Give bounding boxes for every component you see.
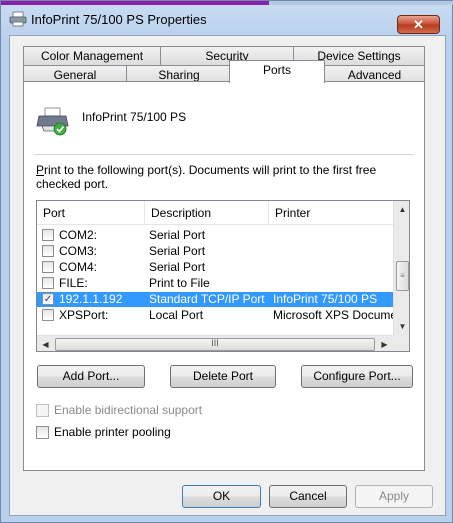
vertical-scroll-thumb[interactable]: ≡ <box>396 261 409 291</box>
window-title: InfoPrint 75/100 PS Properties <box>31 12 207 27</box>
port-row-com4[interactable]: COM4: Serial Port <box>37 260 393 275</box>
port-row-com3[interactable]: COM3: Serial Port <box>37 244 393 259</box>
horizontal-scroll-thumb[interactable]: III <box>55 338 375 351</box>
column-port[interactable]: Port <box>37 201 145 225</box>
add-port-button[interactable]: Add Port... <box>37 365 145 388</box>
port-checkbox[interactable] <box>42 245 54 257</box>
port-description: Standard TCP/IP Port <box>149 292 265 306</box>
port-description: Serial Port <box>149 244 206 258</box>
ports-list[interactable]: Port Description Printer COM2: Serial Po… <box>36 200 410 352</box>
port-description: Local Port <box>149 308 204 322</box>
scroll-corner <box>393 335 409 351</box>
vertical-scrollbar[interactable]: ▲ ≡ ▼ <box>393 201 409 335</box>
cancel-button[interactable]: Cancel <box>269 485 347 508</box>
tab-color-management[interactable]: Color Management <box>23 46 161 66</box>
port-printer: Microsoft XPS Documen <box>273 308 393 322</box>
column-printer[interactable]: Printer <box>269 201 393 225</box>
port-row-xps[interactable]: XPSPort: Local Port Microsoft XPS Docume… <box>37 308 393 323</box>
horizontal-scrollbar[interactable]: ◀ III ▶ <box>37 335 393 351</box>
instruction-text: rint to the following port(s). Documents… <box>36 163 377 191</box>
port-description: Serial Port <box>149 260 206 274</box>
bidirectional-label: Enable bidirectional support <box>54 403 203 417</box>
port-row-com2[interactable]: COM2: Serial Port <box>37 228 393 243</box>
title-bar[interactable]: InfoPrint 75/100 PS Properties ✕ <box>1 5 452 34</box>
port-row-tcpip[interactable]: ✓ 192.1.1.192 Standard TCP/IP Port InfoP… <box>37 292 393 307</box>
port-name: 192.1.1.192 <box>59 292 123 306</box>
port-checkbox-checked[interactable]: ✓ <box>42 293 54 305</box>
port-name: COM3: <box>59 244 98 258</box>
port-printer: InfoPrint 75/100 PS <box>273 292 378 306</box>
port-name: FILE: <box>59 276 88 290</box>
port-description: Serial Port <box>149 228 206 242</box>
port-name: COM4: <box>59 260 98 274</box>
printer-status-icon <box>36 107 69 136</box>
bidirectional-checkbox[interactable] <box>36 404 49 417</box>
instruction-accelerator: P <box>36 163 45 177</box>
port-checkbox[interactable] <box>42 229 54 241</box>
properties-dialog: InfoPrint 75/100 PS Properties ✕ Color M… <box>0 0 453 523</box>
printer-icon <box>9 11 27 27</box>
ok-button[interactable]: OK <box>182 485 261 508</box>
ports-tab-panel: InfoPrint 75/100 PS Print to the followi… <box>23 81 425 471</box>
ports-instruction: Print to the following port(s). Document… <box>36 163 406 191</box>
scroll-up-arrow-icon[interactable]: ▲ <box>394 201 409 218</box>
pooling-label: Enable printer pooling <box>54 425 171 439</box>
port-name: COM2: <box>59 228 98 242</box>
port-description: Print to File <box>149 276 210 290</box>
scroll-down-arrow-icon[interactable]: ▼ <box>394 318 409 335</box>
scroll-left-arrow-icon[interactable]: ◀ <box>37 336 54 351</box>
close-button[interactable]: ✕ <box>397 15 440 34</box>
port-checkbox[interactable] <box>42 309 54 321</box>
apply-button[interactable]: Apply <box>355 485 433 508</box>
ports-list-header: Port Description Printer <box>37 201 393 225</box>
configure-port-button[interactable]: Configure Port... <box>301 365 413 388</box>
column-description[interactable]: Description <box>145 201 269 225</box>
scroll-right-arrow-icon[interactable]: ▶ <box>376 336 393 351</box>
tab-ports[interactable]: Ports <box>229 60 325 83</box>
pooling-checkbox[interactable] <box>36 426 49 439</box>
separator <box>34 154 414 155</box>
port-row-file[interactable]: FILE: Print to File <box>37 276 393 291</box>
printer-name: InfoPrint 75/100 PS <box>82 110 187 124</box>
port-name: XPSPort: <box>59 308 109 322</box>
port-checkbox[interactable] <box>42 277 54 289</box>
port-checkbox[interactable] <box>42 261 54 273</box>
delete-port-button[interactable]: Delete Port <box>170 365 276 388</box>
